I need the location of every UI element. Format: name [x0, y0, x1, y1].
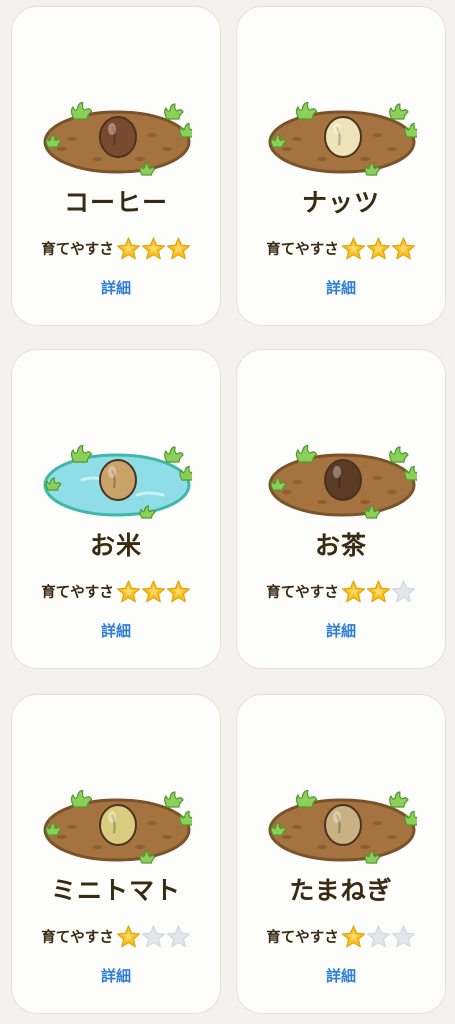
star-filled-icon [366, 236, 390, 259]
soil-field-icon [43, 101, 192, 176]
nuts-field-illustration [267, 97, 417, 177]
rice-field-illustration [42, 440, 192, 520]
star-filled-icon [341, 579, 365, 602]
detail-link[interactable]: 詳細 [12, 965, 220, 986]
detail-link[interactable]: 詳細 [237, 965, 445, 986]
star-rating [116, 579, 191, 604]
ease-rating: 育てやすさ [12, 921, 220, 951]
star-empty-icon [391, 924, 415, 947]
crop-name: お米 [89, 531, 142, 560]
soil-field-icon [268, 789, 417, 864]
star-rating [116, 236, 191, 261]
detail-link[interactable]: 詳細 [237, 620, 445, 641]
rice-seed-icon [99, 459, 137, 501]
ease-label: 育てやすさ [266, 929, 339, 946]
crop-name: コーヒー [63, 188, 168, 217]
ease-rating: 育てやすさ [237, 576, 445, 606]
onion-seed-icon [324, 804, 362, 846]
star-empty-icon [141, 924, 165, 947]
crop-card-nuts[interactable]: ナッツ 育てやすさ 詳細 [236, 6, 446, 326]
star-rating [116, 924, 191, 949]
star-filled-icon [166, 579, 190, 602]
ease-label: 育てやすさ [41, 584, 114, 601]
crop-name: ミニトマト [50, 876, 181, 905]
star-filled-icon [141, 579, 165, 602]
soil-field-icon [43, 789, 192, 864]
coffee-field-illustration [42, 97, 192, 177]
star-filled-icon [116, 236, 140, 259]
crop-card-onion[interactable]: たまねぎ 育てやすさ 詳細 [236, 694, 446, 1014]
ease-label: 育てやすさ [266, 241, 339, 258]
star-filled-icon [341, 236, 365, 259]
detail-link[interactable]: 詳細 [12, 277, 220, 298]
star-empty-icon [166, 924, 190, 947]
crop-card-mini-tomato[interactable]: ミニトマト 育てやすさ 詳細 [11, 694, 221, 1014]
soil-field-icon [268, 444, 417, 519]
star-filled-icon [116, 924, 140, 947]
crop-card-tea[interactable]: お茶 育てやすさ 詳細 [236, 349, 446, 669]
tea-seed-icon [324, 459, 362, 501]
soil-field-icon [268, 101, 417, 176]
ease-rating: 育てやすさ [12, 233, 220, 263]
ease-label: 育てやすさ [41, 929, 114, 946]
crop-card-rice[interactable]: お米 育てやすさ 詳細 [11, 349, 221, 669]
detail-link[interactable]: 詳細 [237, 277, 445, 298]
star-rating [341, 236, 416, 261]
water-field-icon [43, 444, 192, 519]
star-filled-icon [391, 236, 415, 259]
star-rating [341, 924, 416, 949]
coffee-bean-icon [99, 116, 137, 158]
star-filled-icon [341, 924, 365, 947]
ease-label: 育てやすさ [266, 584, 339, 601]
mini-tomato-field-illustration [42, 785, 192, 865]
crop-card-coffee[interactable]: コーヒー 育てやすさ 詳細 [11, 6, 221, 326]
star-empty-icon [366, 924, 390, 947]
crop-name: ナッツ [301, 188, 380, 217]
ease-rating: 育てやすさ [237, 233, 445, 263]
star-filled-icon [366, 579, 390, 602]
star-rating [341, 579, 416, 604]
detail-link[interactable]: 詳細 [12, 620, 220, 641]
tea-field-illustration [267, 440, 417, 520]
star-filled-icon [141, 236, 165, 259]
crop-grid: コーヒー 育てやすさ 詳細 ナッツ 育てやすさ 詳細 お米 育てやすさ 詳細 お… [0, 0, 455, 1024]
crop-name: たまねぎ [289, 876, 393, 905]
ease-rating: 育てやすさ [237, 921, 445, 951]
onion-field-illustration [267, 785, 417, 865]
nut-seed-icon [324, 116, 362, 158]
star-empty-icon [391, 579, 415, 602]
star-filled-icon [116, 579, 140, 602]
ease-rating: 育てやすさ [12, 576, 220, 606]
ease-label: 育てやすさ [41, 241, 114, 258]
crop-name: お茶 [314, 531, 367, 560]
star-filled-icon [166, 236, 190, 259]
tomato-seed-icon [99, 804, 137, 846]
